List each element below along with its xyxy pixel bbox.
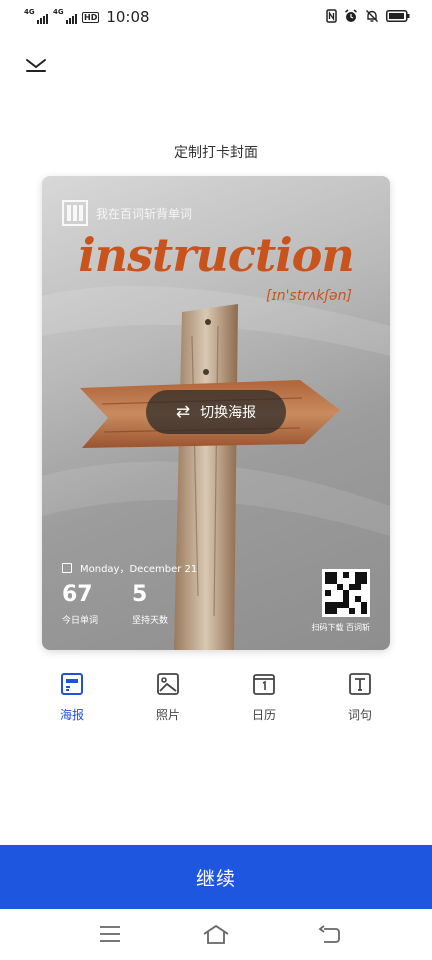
calendar-icon (253, 674, 275, 695)
continue-button[interactable]: 继续 (0, 845, 432, 909)
nfc-icon (326, 9, 337, 23)
qr-label: 扫码下载 百词斩 (311, 623, 370, 632)
tab-text[interactable]: 词句 (312, 672, 408, 723)
battery-icon (386, 10, 410, 22)
tab-poster-label: 海报 (59, 708, 84, 722)
system-nav-bar (0, 909, 432, 960)
tab-photo[interactable]: 照片 (120, 672, 216, 723)
signal-icon: 4G (24, 8, 48, 24)
status-time: 10:08 (106, 8, 150, 26)
text-icon (349, 673, 371, 695)
poster-word: instruction (78, 228, 355, 282)
switch-poster-button[interactable]: ⇄ 切换海报 (146, 390, 286, 434)
today-words-label: 今日单词 (62, 616, 99, 626)
stat-today-words: 67 今日单词 (62, 582, 98, 626)
tab-calendar-label: 日历 (251, 708, 276, 722)
brand: 我在百词斩背单词 (62, 200, 192, 226)
tab-photo-label: 照片 (155, 708, 180, 722)
tab-text-label: 词句 (347, 708, 372, 722)
calendar-check-icon (62, 562, 72, 573)
poster-phonetic: [ɪn'strʌkʃən] (266, 288, 352, 304)
back-icon (318, 925, 340, 943)
tab-calendar[interactable]: 日历 (216, 672, 312, 723)
poster-preview: 我在百词斩背单词 instruction [ɪn'strʌkʃən] ⇄ 切换海… (42, 176, 390, 650)
poster-icon (61, 673, 83, 695)
tab-poster[interactable]: 海报 (24, 672, 120, 723)
page-title: 定制打卡封面 (174, 145, 258, 161)
status-bar: 4G 4G HD 10:08 (0, 0, 432, 34)
today-words-value: 67 (62, 582, 93, 607)
style-tabs: 海报 照片 日历 词句 (24, 672, 408, 723)
network-type: 4G (24, 8, 35, 16)
days-label: 坚持天数 (132, 616, 169, 626)
network-type-2: 4G (53, 8, 64, 16)
nav-home-button[interactable] (202, 923, 230, 945)
switch-poster-label: 切换海报 (200, 405, 257, 421)
home-icon (203, 924, 229, 944)
brand-logo-icon (62, 200, 88, 226)
poster-date: Monday，December 21 (62, 560, 197, 575)
swap-icon: ⇄ (175, 402, 191, 422)
mute-bell-icon (366, 10, 378, 22)
brand-name: 我在百词斩背单词 (96, 206, 193, 221)
photo-icon (157, 673, 179, 695)
days-value: 5 (132, 582, 148, 607)
menu-icon (100, 926, 120, 942)
qr-code (322, 569, 370, 617)
nav-back-button[interactable] (316, 923, 344, 945)
poster-date-text: Monday，December 21 (80, 564, 198, 575)
stat-days: 5 坚持天数 (132, 582, 168, 626)
nav-menu-button[interactable] (96, 923, 124, 945)
collapse-button[interactable] (24, 56, 48, 74)
signal-icon-2: 4G (53, 8, 77, 24)
alarm-icon (345, 9, 357, 22)
hd-badge: HD (82, 11, 100, 23)
chevron-down-icon (26, 59, 46, 72)
